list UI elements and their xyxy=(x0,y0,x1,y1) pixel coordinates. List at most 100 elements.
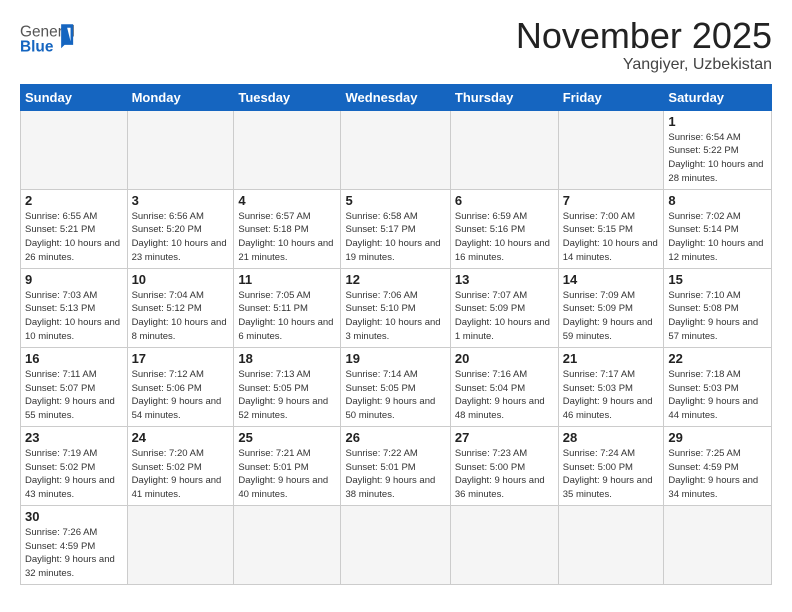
calendar-cell xyxy=(127,110,234,189)
day-info: Sunrise: 7:24 AM Sunset: 5:00 PM Dayligh… xyxy=(563,447,660,502)
day-info: Sunrise: 7:21 AM Sunset: 5:01 PM Dayligh… xyxy=(238,447,336,502)
calendar-cell: 21Sunrise: 7:17 AM Sunset: 5:03 PM Dayli… xyxy=(558,347,664,426)
day-number: 13 xyxy=(455,272,554,287)
day-number: 5 xyxy=(345,193,445,208)
calendar-week-row: 23Sunrise: 7:19 AM Sunset: 5:02 PM Dayli… xyxy=(21,426,772,505)
day-number: 1 xyxy=(668,114,767,129)
day-number: 14 xyxy=(563,272,660,287)
day-number: 8 xyxy=(668,193,767,208)
day-number: 11 xyxy=(238,272,336,287)
day-number: 18 xyxy=(238,351,336,366)
day-info: Sunrise: 7:18 AM Sunset: 5:03 PM Dayligh… xyxy=(668,368,767,423)
calendar-cell xyxy=(234,110,341,189)
day-info: Sunrise: 7:09 AM Sunset: 5:09 PM Dayligh… xyxy=(563,289,660,344)
calendar-cell: 1 Sunrise: 6:54 AM Sunset: 5:22 PM Daylig… xyxy=(664,110,772,189)
day-info: Sunrise: 7:10 AM Sunset: 5:08 PM Dayligh… xyxy=(668,289,767,344)
day-info: Sunrise: 6:58 AM Sunset: 5:17 PM Dayligh… xyxy=(345,210,445,265)
logo-icon: General Blue xyxy=(20,16,80,66)
calendar-week-row: 30Sunrise: 7:26 AM Sunset: 4:59 PM Dayli… xyxy=(21,505,772,584)
calendar-cell: 19 Sunrise: 7:14 AM Sunset: 5:05 PM Dayli… xyxy=(341,347,450,426)
calendar-cell xyxy=(234,505,341,584)
day-number: 2 xyxy=(25,193,123,208)
calendar-cell xyxy=(450,505,558,584)
day-number: 16 xyxy=(25,351,123,366)
day-info: Sunrise: 7:02 AM Sunset: 5:14 PM Dayligh… xyxy=(668,210,767,265)
col-monday: Monday xyxy=(127,84,234,110)
col-tuesday: Tuesday xyxy=(234,84,341,110)
day-info: Sunrise: 7:07 AM Sunset: 5:09 PM Dayligh… xyxy=(455,289,554,344)
col-saturday: Saturday xyxy=(664,84,772,110)
calendar-week-row: 2 Sunrise: 6:55 AM Sunset: 5:21 PM Daylig… xyxy=(21,189,772,268)
svg-text:Blue: Blue xyxy=(20,39,54,56)
calendar-cell xyxy=(127,505,234,584)
day-number: 6 xyxy=(455,193,554,208)
calendar-cell: 2 Sunrise: 6:55 AM Sunset: 5:21 PM Daylig… xyxy=(21,189,128,268)
calendar-cell xyxy=(558,505,664,584)
calendar-cell: 14 Sunrise: 7:09 AM Sunset: 5:09 PM Dayli… xyxy=(558,268,664,347)
day-number: 9 xyxy=(25,272,123,287)
header: General Blue November 2025 Yangiyer, Uzb… xyxy=(20,16,772,74)
calendar-cell: 13 Sunrise: 7:07 AM Sunset: 5:09 PM Dayli… xyxy=(450,268,558,347)
calendar-cell xyxy=(450,110,558,189)
calendar-cell: 30Sunrise: 7:26 AM Sunset: 4:59 PM Dayli… xyxy=(21,505,128,584)
day-info: Sunrise: 7:06 AM Sunset: 5:10 PM Dayligh… xyxy=(345,289,445,344)
day-info: Sunrise: 7:05 AM Sunset: 5:11 PM Dayligh… xyxy=(238,289,336,344)
day-number: 25 xyxy=(238,430,336,445)
calendar-cell: 10 Sunrise: 7:04 AM Sunset: 5:12 PM Dayli… xyxy=(127,268,234,347)
day-number: 27 xyxy=(455,430,554,445)
calendar-week-row: 9 Sunrise: 7:03 AM Sunset: 5:13 PM Daylig… xyxy=(21,268,772,347)
calendar-cell: 4 Sunrise: 6:57 AM Sunset: 5:18 PM Daylig… xyxy=(234,189,341,268)
page: General Blue November 2025 Yangiyer, Uzb… xyxy=(0,0,792,612)
day-info: Sunrise: 7:20 AM Sunset: 5:02 PM Dayligh… xyxy=(132,447,230,502)
calendar-cell: 9 Sunrise: 7:03 AM Sunset: 5:13 PM Daylig… xyxy=(21,268,128,347)
day-info: Sunrise: 6:57 AM Sunset: 5:18 PM Dayligh… xyxy=(238,210,336,265)
calendar-cell: 17Sunrise: 7:12 AM Sunset: 5:06 PM Dayli… xyxy=(127,347,234,426)
calendar-week-row: 16 Sunrise: 7:11 AM Sunset: 5:07 PM Dayli… xyxy=(21,347,772,426)
day-info: Sunrise: 6:55 AM Sunset: 5:21 PM Dayligh… xyxy=(25,210,123,265)
col-thursday: Thursday xyxy=(450,84,558,110)
day-number: 20 xyxy=(455,351,554,366)
calendar-cell: 5 Sunrise: 6:58 AM Sunset: 5:17 PM Daylig… xyxy=(341,189,450,268)
logo: General Blue xyxy=(20,16,80,66)
calendar-cell: 6 Sunrise: 6:59 AM Sunset: 5:16 PM Daylig… xyxy=(450,189,558,268)
day-number: 24 xyxy=(132,430,230,445)
calendar-cell: 26Sunrise: 7:22 AM Sunset: 5:01 PM Dayli… xyxy=(341,426,450,505)
calendar-cell: 27Sunrise: 7:23 AM Sunset: 5:00 PM Dayli… xyxy=(450,426,558,505)
day-info: Sunrise: 7:11 AM Sunset: 5:07 PM Dayligh… xyxy=(25,368,123,423)
calendar-subtitle: Yangiyer, Uzbekistan xyxy=(516,56,772,74)
day-info: Sunrise: 6:59 AM Sunset: 5:16 PM Dayligh… xyxy=(455,210,554,265)
title-block: November 2025 Yangiyer, Uzbekistan xyxy=(516,16,772,74)
calendar-cell: 23Sunrise: 7:19 AM Sunset: 5:02 PM Dayli… xyxy=(21,426,128,505)
day-info: Sunrise: 6:54 AM Sunset: 5:22 PM Dayligh… xyxy=(668,131,767,186)
day-number: 23 xyxy=(25,430,123,445)
day-info: Sunrise: 7:13 AM Sunset: 5:05 PM Dayligh… xyxy=(238,368,336,423)
day-number: 19 xyxy=(345,351,445,366)
day-number: 29 xyxy=(668,430,767,445)
calendar-table: Sunday Monday Tuesday Wednesday Thursday… xyxy=(20,84,772,585)
calendar-header-row: Sunday Monday Tuesday Wednesday Thursday… xyxy=(21,84,772,110)
day-info: Sunrise: 7:14 AM Sunset: 5:05 PM Dayligh… xyxy=(345,368,445,423)
day-number: 22 xyxy=(668,351,767,366)
day-number: 7 xyxy=(563,193,660,208)
day-info: Sunrise: 7:04 AM Sunset: 5:12 PM Dayligh… xyxy=(132,289,230,344)
calendar-cell: 3Sunrise: 6:56 AM Sunset: 5:20 PM Daylig… xyxy=(127,189,234,268)
calendar-cell: 11 Sunrise: 7:05 AM Sunset: 5:11 PM Dayli… xyxy=(234,268,341,347)
calendar-cell xyxy=(341,505,450,584)
day-info: Sunrise: 7:12 AM Sunset: 5:06 PM Dayligh… xyxy=(132,368,230,423)
calendar-cell: 28Sunrise: 7:24 AM Sunset: 5:00 PM Dayli… xyxy=(558,426,664,505)
day-info: Sunrise: 7:03 AM Sunset: 5:13 PM Dayligh… xyxy=(25,289,123,344)
calendar-cell: 29Sunrise: 7:25 AM Sunset: 4:59 PM Dayli… xyxy=(664,426,772,505)
calendar-cell: 16 Sunrise: 7:11 AM Sunset: 5:07 PM Dayli… xyxy=(21,347,128,426)
day-number: 4 xyxy=(238,193,336,208)
calendar-cell xyxy=(21,110,128,189)
calendar-cell: 15Sunrise: 7:10 AM Sunset: 5:08 PM Dayli… xyxy=(664,268,772,347)
calendar-cell: 20Sunrise: 7:16 AM Sunset: 5:04 PM Dayli… xyxy=(450,347,558,426)
calendar-cell: 22 Sunrise: 7:18 AM Sunset: 5:03 PM Dayli… xyxy=(664,347,772,426)
day-number: 26 xyxy=(345,430,445,445)
calendar-title: November 2025 xyxy=(516,16,772,56)
calendar-cell: 8 Sunrise: 7:02 AM Sunset: 5:14 PM Daylig… xyxy=(664,189,772,268)
day-info: Sunrise: 7:17 AM Sunset: 5:03 PM Dayligh… xyxy=(563,368,660,423)
calendar-week-row: 1 Sunrise: 6:54 AM Sunset: 5:22 PM Daylig… xyxy=(21,110,772,189)
day-number: 10 xyxy=(132,272,230,287)
day-info: Sunrise: 7:00 AM Sunset: 5:15 PM Dayligh… xyxy=(563,210,660,265)
